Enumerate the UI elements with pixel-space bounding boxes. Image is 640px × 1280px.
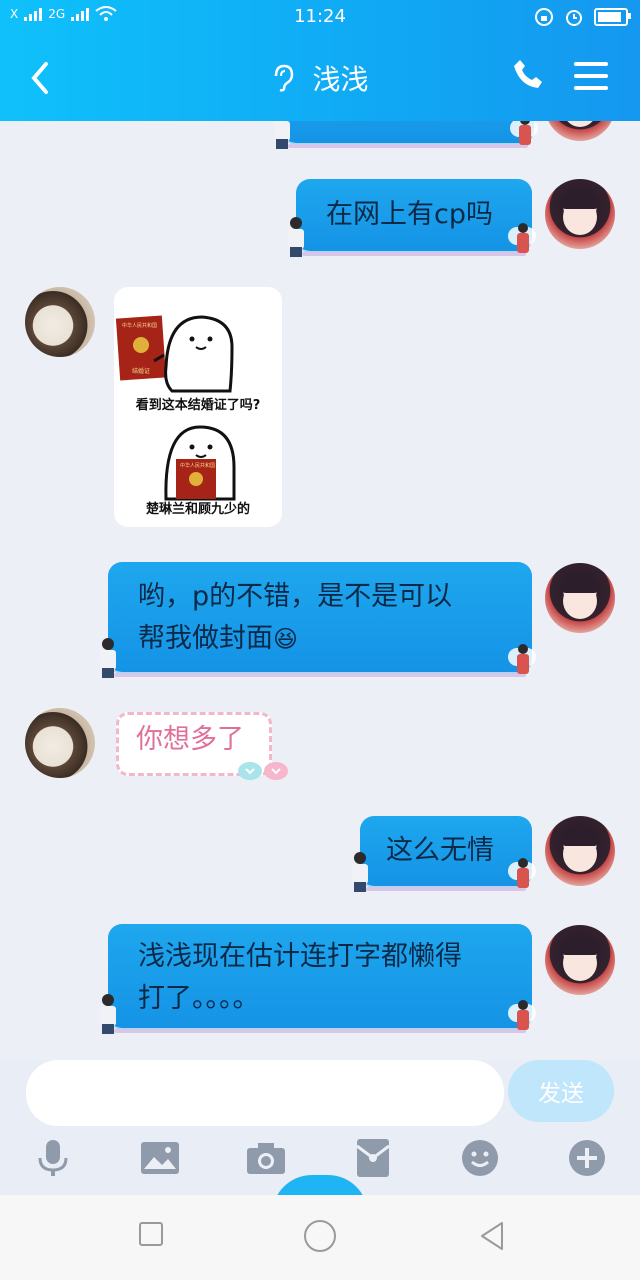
message-text-line: 帮我做封面	[138, 623, 273, 654]
message-bubble[interactable]: 浅浅现在估计连打字都懒得 打了。。。。	[100, 924, 536, 1034]
avatar[interactable]	[545, 563, 615, 633]
message-text-line: 哟，p的不错，是不是可以	[138, 581, 453, 612]
back-icon[interactable]	[478, 1221, 506, 1251]
message-input[interactable]	[26, 1060, 504, 1126]
lock-rotation-icon	[535, 8, 553, 26]
message-text: 在网上有cp吗	[326, 199, 493, 230]
message-bubble-partial	[274, 121, 538, 149]
bubble-decoration	[96, 638, 120, 678]
avatar[interactable]	[545, 179, 615, 249]
meme-illustration: 结婚证 中华人民共和国 看到这本结婚证了吗? 中华人民共和国 楚琳兰和顾九少的	[115, 315, 261, 517]
avatar[interactable]	[25, 708, 95, 778]
bubble-decoration	[510, 121, 540, 149]
phone-icon[interactable]	[512, 58, 544, 90]
page-title: 浅浅	[312, 63, 369, 96]
sticker-caption-bottom: 楚琳兰和顾九少的	[146, 501, 250, 517]
camera-icon[interactable]	[244, 1136, 288, 1180]
plus-icon[interactable]	[565, 1136, 609, 1180]
bubble-decoration	[508, 640, 538, 678]
bubble-decoration	[270, 121, 294, 149]
red-packet-icon[interactable]	[351, 1136, 395, 1180]
message-bubble[interactable]: 哟，p的不错，是不是可以 帮我做封面😆	[100, 562, 536, 678]
avatar[interactable]	[545, 816, 615, 886]
grin-emoji: 😆	[273, 625, 299, 653]
image-icon[interactable]	[138, 1136, 182, 1180]
avatar[interactable]	[545, 121, 615, 141]
message-text: 你想多了	[136, 724, 244, 755]
battery-icon	[594, 8, 631, 26]
avatar[interactable]	[545, 925, 615, 995]
home-icon[interactable]	[303, 1219, 337, 1253]
book-title-bottom: 中华人民共和国	[180, 462, 215, 469]
alarm-icon	[566, 10, 582, 26]
system-nav-bar	[0, 1195, 640, 1280]
microphone-icon[interactable]	[31, 1136, 75, 1180]
ear-icon[interactable]	[272, 64, 294, 92]
cups-decoration-icon	[238, 762, 288, 780]
book-label-top: 结婚证	[132, 367, 150, 375]
emoji-icon[interactable]	[458, 1136, 502, 1180]
bubble-decoration	[284, 217, 308, 257]
bubble-decoration	[508, 854, 538, 892]
chat-area[interactable]: 在网上有cp吗 结婚证 中华人民共和国 看到这本结婚证了吗? 中华人民共和国 楚…	[0, 121, 640, 1060]
bubble-decoration	[96, 994, 120, 1034]
title-bar: X 2G 11:24 浅浅	[0, 0, 640, 121]
bubble-decoration	[348, 852, 372, 892]
status-bar: X 2G 11:24	[0, 0, 640, 34]
avatar[interactable]	[25, 287, 95, 357]
bubble-decoration	[508, 219, 538, 257]
message-text-line: 浅浅现在估计连打字都懒得	[138, 941, 462, 972]
sticker-image[interactable]: 结婚证 中华人民共和国 看到这本结婚证了吗? 中华人民共和国 楚琳兰和顾九少的	[114, 287, 282, 527]
message-text: 这么无情	[386, 835, 494, 866]
recents-icon[interactable]	[138, 1221, 164, 1247]
message-bubble[interactable]: 这么无情	[352, 816, 536, 892]
hamburger-menu-icon[interactable]	[574, 62, 608, 92]
message-text-line: 打了。。。。	[138, 983, 260, 1014]
book-title-top: 中华人民共和国	[122, 322, 157, 329]
send-button[interactable]: 发送	[508, 1060, 614, 1122]
sticker-caption-top: 看到这本结婚证了吗?	[136, 397, 261, 413]
bubble-decoration	[508, 996, 538, 1034]
message-bubble[interactable]: 在网上有cp吗	[288, 179, 536, 257]
